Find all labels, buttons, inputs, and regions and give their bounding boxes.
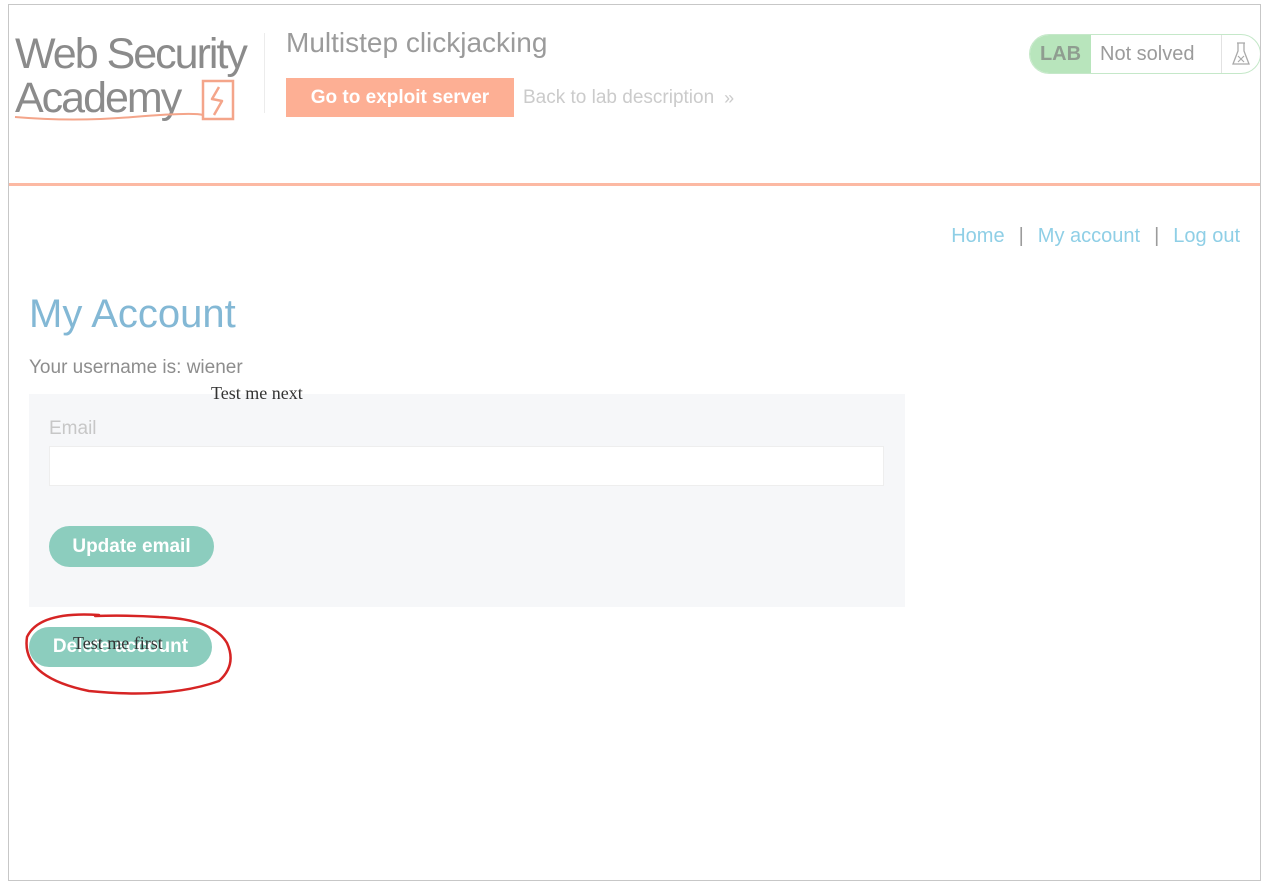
decoy-test-me-next[interactable]: Test me next	[211, 383, 303, 404]
email-label: Email	[49, 418, 97, 439]
go-to-exploit-server-button[interactable]: Go to exploit server	[286, 78, 514, 117]
nav-log-out-link[interactable]: Log out	[1173, 225, 1240, 248]
page-title: My Account	[29, 292, 236, 336]
logo-bolt-icon	[14, 79, 235, 121]
web-security-academy-logo[interactable]: Web Security Academy	[13, 29, 263, 121]
nav-separator: |	[1154, 225, 1160, 247]
nav-separator: |	[1018, 225, 1024, 247]
update-email-button[interactable]: Update email	[49, 526, 214, 567]
flask-icon[interactable]	[1222, 35, 1260, 73]
email-input[interactable]	[49, 446, 884, 486]
back-link-label: Back to lab description	[523, 87, 715, 108]
browser-viewport: Web Security Academy Multistep clickjack…	[8, 4, 1261, 881]
decoy-test-me-first[interactable]: Test me first	[73, 633, 163, 654]
lab-status-text: Not solved	[1091, 35, 1222, 73]
update-email-form: Email Update email	[29, 394, 905, 607]
lab-header: Web Security Academy Multistep clickjack…	[9, 5, 1260, 186]
account-nav: Home | My account | Log out	[951, 225, 1240, 248]
nav-home-link[interactable]: Home	[951, 225, 1004, 248]
lab-title: Multistep clickjacking	[286, 27, 548, 58]
header-divider	[264, 33, 265, 113]
back-to-lab-description-link[interactable]: Back to lab description »	[523, 87, 734, 109]
lab-status-widget: LAB Not solved	[1029, 34, 1260, 74]
username-text: Your username is: wiener	[29, 357, 243, 378]
lab-badge: LAB	[1030, 35, 1091, 73]
double-chevron-right-icon: »	[724, 87, 734, 108]
nav-my-account-link[interactable]: My account	[1038, 225, 1140, 248]
